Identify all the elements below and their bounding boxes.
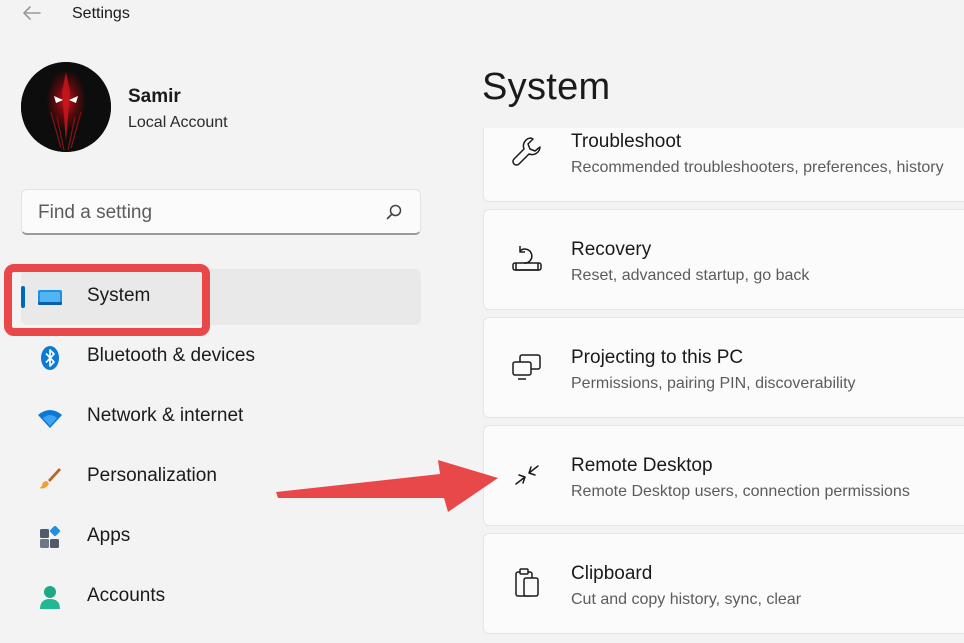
back-arrow-icon <box>23 6 41 20</box>
clipboard-icon <box>510 566 544 600</box>
card-title: Clipboard <box>571 563 653 584</box>
back-button[interactable] <box>20 2 44 24</box>
settings-list: Troubleshoot Recommended troubleshooters… <box>0 128 964 643</box>
card-remote-desktop[interactable]: Remote Desktop Remote Desktop users, con… <box>483 425 964 526</box>
card-description: Cut and copy history, sync, clear <box>571 591 802 608</box>
remote-desktop-icon <box>510 458 544 492</box>
settings-window: Settings Samir Local Account Find a sett… <box>0 0 964 643</box>
wrench-icon <box>510 134 544 168</box>
card-title: Projecting to this PC <box>571 347 744 368</box>
card-title: Remote Desktop <box>571 455 713 476</box>
card-projecting[interactable]: Projecting to this PC Permissions, pairi… <box>483 317 964 418</box>
card-description: Remote Desktop users, connection permiss… <box>571 483 910 500</box>
card-clipboard[interactable]: Clipboard Cut and copy history, sync, cl… <box>483 533 964 634</box>
app-title: Settings <box>72 5 130 22</box>
card-troubleshoot[interactable]: Troubleshoot Recommended troubleshooters… <box>483 128 964 202</box>
card-description: Reset, advanced startup, go back <box>571 267 810 284</box>
card-recovery[interactable]: Recovery Reset, advanced startup, go bac… <box>483 209 964 310</box>
recovery-icon <box>510 242 544 276</box>
card-title: Recovery <box>571 239 652 260</box>
user-name: Samir <box>128 86 181 107</box>
card-title: Troubleshoot <box>571 131 682 152</box>
projecting-icon <box>510 350 544 384</box>
title-bar: Settings <box>0 0 964 30</box>
page-title: System <box>482 66 611 108</box>
card-description: Permissions, pairing PIN, discoverabilit… <box>571 375 856 392</box>
card-description: Recommended troubleshooters, preferences… <box>571 159 944 176</box>
